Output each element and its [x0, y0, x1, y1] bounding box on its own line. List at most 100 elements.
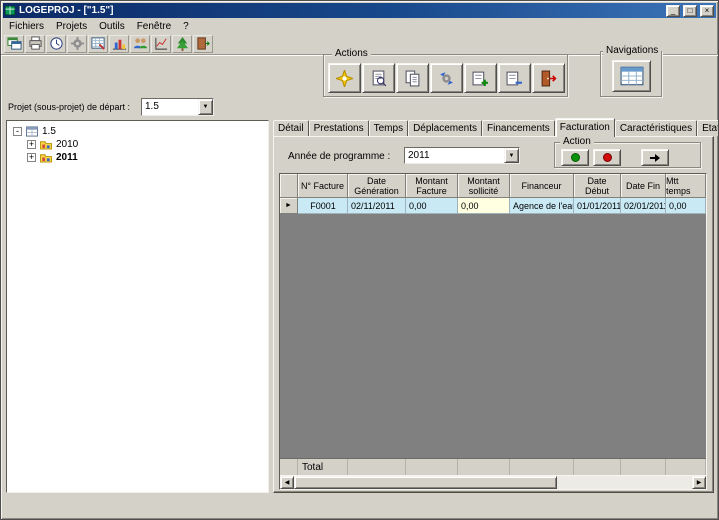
row-selector-cell[interactable]: ►: [280, 198, 298, 214]
maximize-button[interactable]: □: [683, 4, 697, 17]
tree-item-label: 2011: [56, 152, 78, 163]
exit-door-icon: [541, 70, 557, 86]
tree-item-label: 2010: [56, 139, 79, 150]
header-line: Date: [587, 175, 607, 186]
red-dot-icon: [602, 153, 612, 162]
menu-projets[interactable]: Projets: [50, 20, 93, 33]
tab-financements[interactable]: Financements: [481, 120, 555, 136]
dropdown-arrow-icon[interactable]: ▼: [504, 148, 519, 163]
menu-fichiers[interactable]: Fichiers: [3, 20, 50, 33]
remove-button[interactable]: [498, 63, 531, 93]
project-combobox-value: 1.5: [145, 101, 159, 112]
preview-button[interactable]: [362, 63, 395, 93]
invoices-grid: N° Facture Date Génération Montant Facture…: [279, 173, 707, 490]
year-folder-icon: [40, 154, 52, 163]
column-header-montant-sollicite[interactable]: Montant sollicité: [458, 174, 510, 198]
dropdown-arrow-icon[interactable]: ▼: [198, 99, 213, 115]
tab-facturation[interactable]: Facturation: [554, 118, 615, 137]
cell-montant-sollicite[interactable]: 0,00: [458, 198, 510, 214]
generate-button[interactable]: [328, 63, 361, 93]
navigation-table-button[interactable]: [612, 60, 651, 92]
year-combobox[interactable]: 2011 ▼: [404, 147, 520, 164]
scroll-left-button[interactable]: ◀: [280, 476, 294, 489]
tab-prestations[interactable]: Prestations: [308, 120, 369, 136]
close-door-button[interactable]: [532, 63, 565, 93]
tab-temps[interactable]: Temps: [368, 120, 409, 136]
total-cell: [574, 459, 621, 475]
users-icon: [133, 38, 147, 49]
total-cell: [348, 459, 406, 475]
tree-item-2011[interactable]: + 2011: [7, 151, 268, 164]
action-go-button[interactable]: [641, 149, 669, 166]
header-line: Financeur: [521, 180, 562, 191]
action-groupbox: Action: [554, 136, 701, 168]
tab-etats[interactable]: Etats: [697, 120, 718, 136]
scrollbar-track[interactable]: [294, 476, 692, 489]
column-header-date-generation[interactable]: Date Génération: [348, 174, 406, 198]
total-cell: [406, 459, 458, 475]
expand-icon[interactable]: +: [27, 153, 36, 162]
cell-date-debut[interactable]: 01/01/2011: [574, 198, 621, 214]
add-button[interactable]: [464, 63, 497, 93]
toolbar-exit-button[interactable]: [193, 34, 213, 53]
remove-form-icon: [506, 71, 522, 85]
menubar: Fichiers Projets Outils Fenêtre ?: [3, 19, 716, 33]
year-combobox-value: 2011: [408, 150, 430, 161]
cell-date-fin[interactable]: 02/01/2011: [621, 198, 666, 214]
scroll-right-button[interactable]: ▶: [692, 476, 706, 489]
column-header-date-debut[interactable]: Date Début: [574, 174, 621, 198]
window-title: LOGEPROJ - ["1.5"]: [19, 5, 114, 16]
bar-chart-icon: [112, 39, 126, 50]
toolbar-projects-tree-button[interactable]: [172, 34, 192, 53]
cell-numero-facture[interactable]: F0001: [298, 198, 348, 214]
toolbar-settings-button[interactable]: [67, 34, 87, 53]
menu-help[interactable]: ?: [177, 20, 195, 33]
cell-date-generation[interactable]: 02/11/2011: [348, 198, 406, 214]
windows-icon: [6, 37, 22, 50]
toolbar-chart-button[interactable]: [109, 34, 129, 53]
generate-star-icon: [336, 69, 353, 87]
copy-button[interactable]: [396, 63, 429, 93]
tab-deplacements[interactable]: Déplacements: [408, 120, 482, 136]
menu-fenetre[interactable]: Fenêtre: [131, 20, 177, 33]
minimize-button[interactable]: _: [666, 4, 680, 17]
tab-detail[interactable]: Détail: [273, 120, 309, 136]
action-validate-button[interactable]: [561, 149, 589, 166]
column-header-date-fin[interactable]: Date Fin: [621, 174, 666, 198]
header-line: Mtt temps: [666, 175, 691, 196]
menu-outils[interactable]: Outils: [93, 20, 131, 33]
toolbar-statistics-button[interactable]: [151, 34, 171, 53]
cell-mtt-temps[interactable]: 0,00: [666, 198, 706, 214]
cell-financeur[interactable]: Agence de l'eau: [510, 198, 574, 214]
toolbar-windows-button[interactable]: [4, 34, 24, 53]
actions-groupbox: Actions: [323, 48, 568, 97]
preview-page-icon: [372, 70, 387, 86]
action-stop-button[interactable]: [593, 149, 621, 166]
toolbar-data-grid-button[interactable]: [88, 34, 108, 53]
toolbar-clock-button[interactable]: [46, 34, 66, 53]
project-selector-label: Projet (sous-projet) de départ :: [8, 102, 131, 112]
column-header-numero-facture[interactable]: N° Facture: [298, 174, 348, 198]
grid-horizontal-scrollbar[interactable]: ◀ ▶: [280, 475, 706, 489]
tab-caracteristiques[interactable]: Caractéristiques: [614, 120, 698, 136]
header-line: Date: [366, 175, 386, 186]
close-button[interactable]: ×: [700, 4, 714, 17]
total-cell: [510, 459, 574, 475]
header-line: Date Fin: [625, 180, 660, 191]
column-header-montant-facture[interactable]: Montant Facture: [406, 174, 458, 198]
header-line: sollicité: [468, 185, 499, 196]
collapse-icon[interactable]: -: [13, 127, 22, 136]
tree-item-2010[interactable]: + 2010: [7, 138, 268, 151]
app-icon: [5, 5, 16, 16]
expand-icon[interactable]: +: [27, 140, 36, 149]
toolbar-print-button[interactable]: [25, 34, 45, 53]
cell-montant-facture[interactable]: 0,00: [406, 198, 458, 214]
process-button[interactable]: [430, 63, 463, 93]
column-header-mtt-temps[interactable]: Mtt temps: [666, 174, 706, 198]
toolbar-users-button[interactable]: [130, 34, 150, 53]
application-window: LOGEPROJ - ["1.5"] _ □ × Fichiers Projet…: [0, 0, 719, 520]
tree-item-root[interactable]: - 1.5: [7, 125, 268, 138]
column-header-financeur[interactable]: Financeur: [510, 174, 574, 198]
project-combobox[interactable]: 1.5 ▼: [141, 98, 214, 116]
scrollbar-thumb[interactable]: [294, 476, 557, 489]
